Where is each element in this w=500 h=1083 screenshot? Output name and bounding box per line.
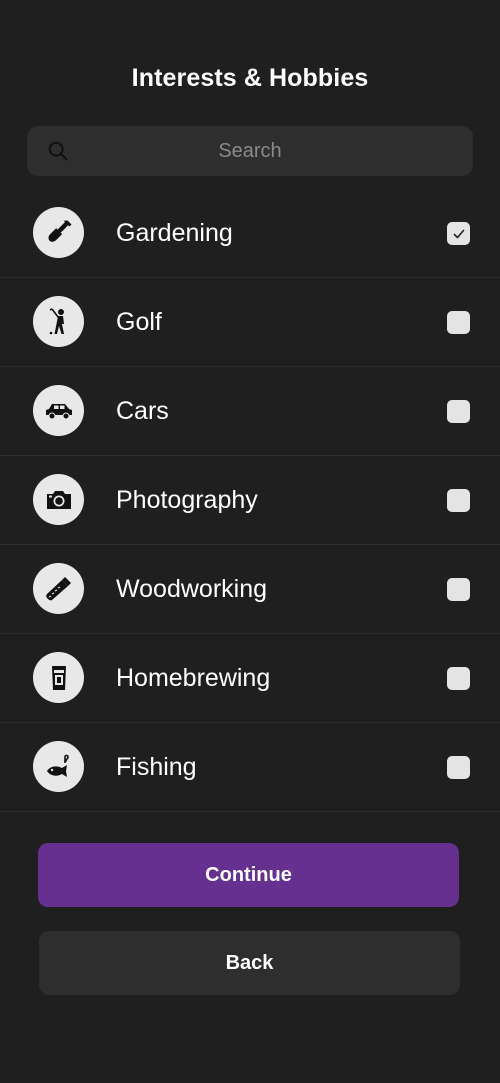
interest-checkbox[interactable] <box>447 489 470 512</box>
interest-row-homebrewing[interactable]: Homebrewing <box>0 634 500 723</box>
interest-checkbox[interactable] <box>447 400 470 423</box>
beer-glass-icon <box>33 652 84 703</box>
fish-hook-icon <box>33 741 84 792</box>
interest-row-golf[interactable]: Golf <box>0 278 500 367</box>
interest-label: Fishing <box>116 753 197 781</box>
continue-button[interactable]: Continue <box>38 843 459 907</box>
interest-label: Cars <box>116 397 169 425</box>
shovel-icon <box>33 207 84 258</box>
car-icon <box>33 385 84 436</box>
golfer-icon <box>33 296 84 347</box>
interest-checkbox[interactable] <box>447 311 470 334</box>
page-title: Interests & Hobbies <box>131 64 369 92</box>
interest-row-gardening[interactable]: Gardening <box>0 189 500 278</box>
camera-icon <box>33 474 84 525</box>
back-button[interactable]: Back <box>39 931 460 995</box>
search-input[interactable] <box>27 126 473 176</box>
interest-row-fishing[interactable]: Fishing <box>0 723 500 812</box>
handsaw-icon <box>33 563 84 614</box>
interest-label: Homebrewing <box>116 664 271 692</box>
interest-label: Woodworking <box>116 575 268 603</box>
interest-label: Golf <box>116 308 162 336</box>
interest-row-woodworking[interactable]: Woodworking <box>0 545 500 634</box>
search-bar[interactable] <box>27 126 473 176</box>
interest-checkbox[interactable] <box>447 578 470 601</box>
interest-checkbox[interactable] <box>447 667 470 690</box>
interest-label: Gardening <box>116 219 233 247</box>
interests-list: Gardening Golf Cars Photography Woodwork… <box>0 189 500 812</box>
interest-checkbox-checked[interactable] <box>447 222 470 245</box>
interest-row-photography[interactable]: Photography <box>0 456 500 545</box>
interest-label: Photography <box>116 486 258 514</box>
interest-row-cars[interactable]: Cars <box>0 367 500 456</box>
interest-checkbox[interactable] <box>447 756 470 779</box>
